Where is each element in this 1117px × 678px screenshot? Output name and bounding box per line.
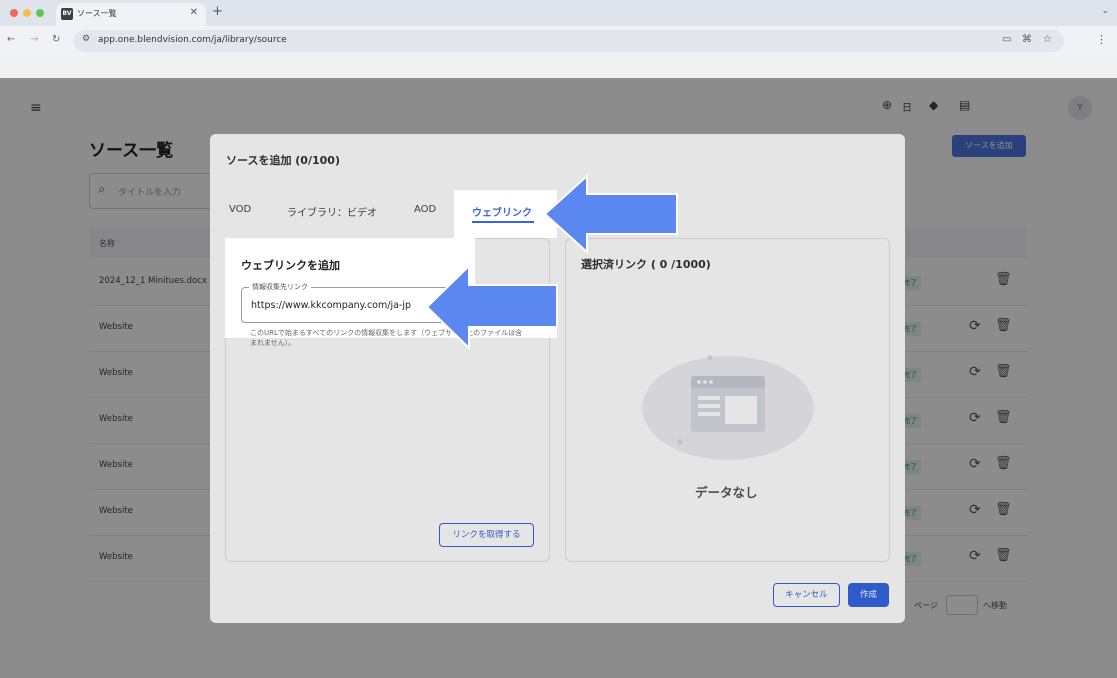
- favicon-icon: BV: [61, 8, 73, 20]
- collection-link-value[interactable]: https://www.kkcompany.com/ja-jp: [251, 300, 411, 311]
- spotlight-tab-weblink: ウェブリンク: [454, 190, 557, 238]
- translate-icon[interactable]: ⌘: [1022, 34, 1032, 45]
- bookmark-strip: [0, 56, 1117, 78]
- arrow-pointing-weblink-tab: [543, 174, 678, 254]
- star-icon[interactable]: ☆: [1043, 34, 1052, 45]
- tab-active-underline: [472, 221, 534, 223]
- address-bar: ← → ↻ ⚙ app.one.blendvision.com/ja/libra…: [0, 26, 1117, 56]
- add-weblink-heading: ウェブリンクを追加: [241, 259, 340, 272]
- site-settings-icon[interactable]: ⚙: [82, 34, 90, 44]
- close-icon[interactable]: ✕: [190, 7, 198, 18]
- new-tab-icon[interactable]: +: [212, 4, 223, 19]
- browser-tab-bar: BV ソース一覧 ✕ + ⌄: [0, 0, 1117, 26]
- browser-tab[interactable]: BV ソース一覧 ✕: [56, 3, 206, 26]
- collection-link-label: 情報収集先リンク: [249, 282, 311, 292]
- reload-icon[interactable]: ↻: [52, 34, 60, 45]
- arrow-pointing-link-field: [425, 264, 558, 350]
- tab-weblink[interactable]: ウェブリンク: [472, 204, 532, 219]
- url-field[interactable]: ⚙ app.one.blendvision.com/ja/library/sou…: [74, 30, 1064, 52]
- maximize-window-dot[interactable]: [36, 9, 44, 17]
- url-text: app.one.blendvision.com/ja/library/sourc…: [98, 35, 287, 45]
- back-icon[interactable]: ←: [7, 34, 15, 45]
- tab-title: ソース一覧: [77, 9, 117, 18]
- cast-icon[interactable]: ▭: [1002, 34, 1011, 45]
- minimize-window-dot[interactable]: [23, 9, 31, 17]
- chevron-down-icon[interactable]: ⌄: [1101, 6, 1109, 16]
- forward-icon[interactable]: →: [30, 34, 38, 45]
- more-menu-icon[interactable]: ⋮: [1096, 33, 1107, 46]
- close-window-dot[interactable]: [10, 9, 18, 17]
